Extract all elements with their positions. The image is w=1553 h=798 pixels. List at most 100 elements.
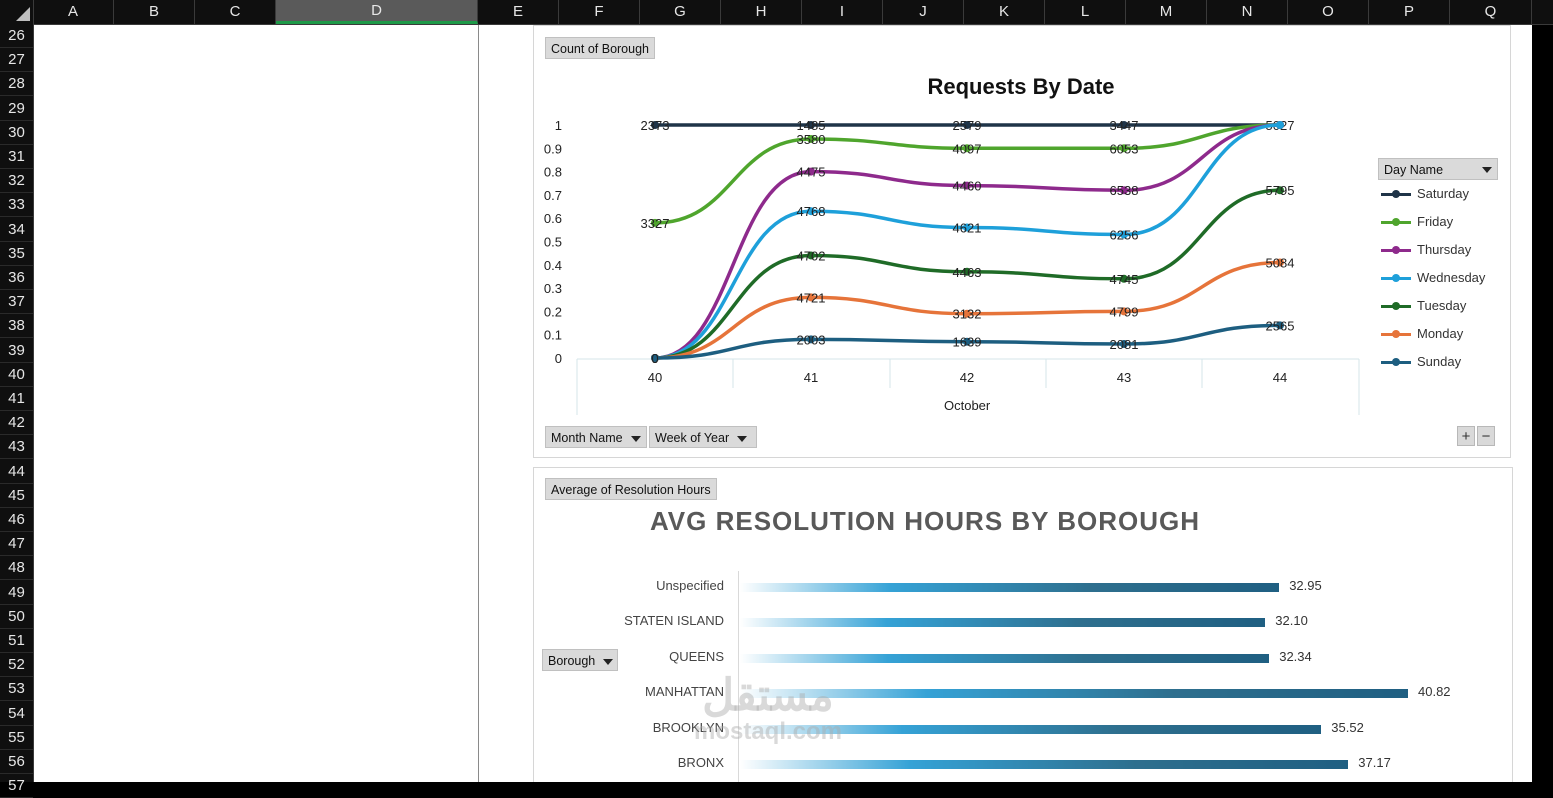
watermark-latin: mostaql.com <box>693 718 843 745</box>
legend-item-saturday[interactable]: Saturday <box>1381 185 1469 203</box>
data-label-friday: 3327 <box>641 216 670 231</box>
data-label-friday: 3580 <box>797 132 826 147</box>
legend-item-thursday[interactable]: Thursday <box>1381 241 1471 259</box>
collapse-field-button[interactable]: − <box>1477 426 1495 446</box>
bar-value-label: 32.10 <box>1275 613 1308 629</box>
data-label-saturday: 2579 <box>953 118 982 133</box>
legend-swatch-icon <box>1381 302 1411 311</box>
expand-field-button[interactable]: + <box>1457 426 1475 446</box>
bar-category-label: STATEN ISLAND <box>624 613 724 629</box>
y-tick-label: 0 <box>555 351 562 366</box>
chart2-title: AVG RESOLUTION HOURS BY BOROUGH <box>649 506 1201 536</box>
legend-marker-icon <box>1392 330 1400 339</box>
data-label-sunday: 2081 <box>1110 337 1139 352</box>
bar-queens[interactable] <box>740 653 1270 663</box>
legend-marker-icon <box>1392 274 1400 283</box>
series-line-friday <box>654 123 1281 225</box>
legend-label: Thursday <box>1417 242 1472 257</box>
x-tick-label: 44 <box>1273 370 1287 385</box>
data-label-wednesday: 6256 <box>1110 228 1139 243</box>
series-line-thursday <box>654 123 1281 360</box>
bar-unspecified[interactable] <box>740 583 1280 592</box>
data-label-sunday: 2565 <box>1266 318 1295 333</box>
y-tick-label: 0.1 <box>544 328 562 343</box>
y-tick-label: 0.6 <box>544 211 562 226</box>
legend-item-sunday[interactable]: Sunday <box>1381 353 1461 371</box>
legend-label: Saturday <box>1417 186 1470 201</box>
average-of-resolution-hours-field-button[interactable]: Average of Resolution Hours <box>545 478 717 500</box>
data-label-sunday: 1639 <box>953 335 982 350</box>
bar-category-label: BRONX <box>677 755 724 770</box>
x-tick-label: 41 <box>804 370 818 385</box>
chevron-down-icon <box>1482 167 1492 173</box>
legend-item-wednesday[interactable]: Wednesday <box>1381 269 1485 287</box>
legend-swatch-icon <box>1381 358 1411 367</box>
y-tick-label: 0.7 <box>544 188 562 203</box>
data-label-monday: 4799 <box>1110 304 1139 319</box>
week-of-year-field-button[interactable]: Week of Year <box>649 426 757 448</box>
legend-label: Wednesday <box>1417 270 1486 285</box>
data-label-saturday: 2373 <box>641 118 670 133</box>
x-tick-label: 40 <box>648 370 662 385</box>
y-tick-label: 1 <box>555 118 562 133</box>
bar-value-label: 40.82 <box>1418 684 1451 700</box>
series-line-wednesday <box>654 123 1281 360</box>
legend-label: Sunday <box>1417 354 1462 369</box>
bar-bronx[interactable] <box>740 760 1349 769</box>
legend-item-friday[interactable]: Friday <box>1381 213 1453 231</box>
legend-marker-icon <box>1392 190 1400 199</box>
data-point-wednesday[interactable] <box>1276 121 1284 129</box>
data-label-thursday: 6538 <box>1110 183 1139 198</box>
y-tick-label: 0.2 <box>544 304 562 319</box>
bar-category-label: Unspecified <box>656 578 724 593</box>
data-label-monday: 4721 <box>797 290 826 305</box>
data-label-friday: 4097 <box>953 141 982 156</box>
data-label-tuesday: 5795 <box>1266 183 1295 198</box>
legend-item-monday[interactable]: Monday <box>1381 325 1463 343</box>
day-name-field-label: Day Name <box>1384 163 1444 177</box>
y-tick-label: 0.8 <box>544 165 562 180</box>
y-tick-label: 0.5 <box>544 235 562 250</box>
x-tick-label: 42 <box>960 370 974 385</box>
data-label-tuesday: 4702 <box>797 248 826 263</box>
chevron-down-icon <box>737 435 748 442</box>
legend-item-tuesday[interactable]: Tuesday <box>1381 297 1466 315</box>
data-label-wednesday: 4621 <box>953 221 982 236</box>
data-label-sunday: 0 <box>651 351 658 366</box>
x-tick-label: 43 <box>1117 370 1131 385</box>
month-name-field-button[interactable]: Month Name <box>545 426 647 448</box>
bar-staten-island[interactable] <box>740 618 1266 628</box>
day-name-field-button[interactable]: Day Name <box>1378 158 1498 180</box>
legend-label: Tuesday <box>1417 298 1467 313</box>
legend-swatch-icon <box>1381 190 1411 199</box>
bar-category-label: QUEENS <box>669 648 724 664</box>
y-tick-label: 0.3 <box>544 281 562 296</box>
data-label-monday: 5084 <box>1266 255 1295 270</box>
y-tick-label: 0.4 <box>544 258 562 273</box>
data-label-thursday: 4460 <box>953 179 982 194</box>
legend-label: Friday <box>1417 214 1454 229</box>
legend-swatch-icon <box>1381 330 1411 339</box>
bar-value-label: 37.17 <box>1358 755 1391 770</box>
data-label-saturday: 1485 <box>797 118 826 133</box>
bar-value-label: 35.52 <box>1331 719 1364 735</box>
watermark: مستقل mostaql.com <box>668 673 868 745</box>
data-label-tuesday: 4745 <box>1110 272 1139 287</box>
data-label-sunday: 2003 <box>797 332 826 347</box>
legend-swatch-icon <box>1381 246 1411 255</box>
legend-marker-icon <box>1392 246 1400 255</box>
bar-value-label: 32.95 <box>1289 578 1322 593</box>
data-label-tuesday: 4463 <box>953 265 982 280</box>
x-axis-group-label-october: October <box>944 398 991 413</box>
legend-swatch-icon <box>1381 274 1411 283</box>
data-label-saturday: 3447 <box>1110 118 1139 133</box>
legend-swatch-icon <box>1381 218 1411 227</box>
data-label-thursday: 4475 <box>797 165 826 180</box>
watermark-arabic: مستقل <box>702 671 834 720</box>
chevron-down-icon <box>630 435 641 442</box>
bar-value-label: 32.34 <box>1279 648 1312 664</box>
data-label-friday: 6053 <box>1110 141 1139 156</box>
data-label-wednesday: 4768 <box>797 204 826 219</box>
month-name-field-label: Month Name <box>551 431 623 445</box>
week-of-year-field-label: Week of Year <box>655 431 730 445</box>
